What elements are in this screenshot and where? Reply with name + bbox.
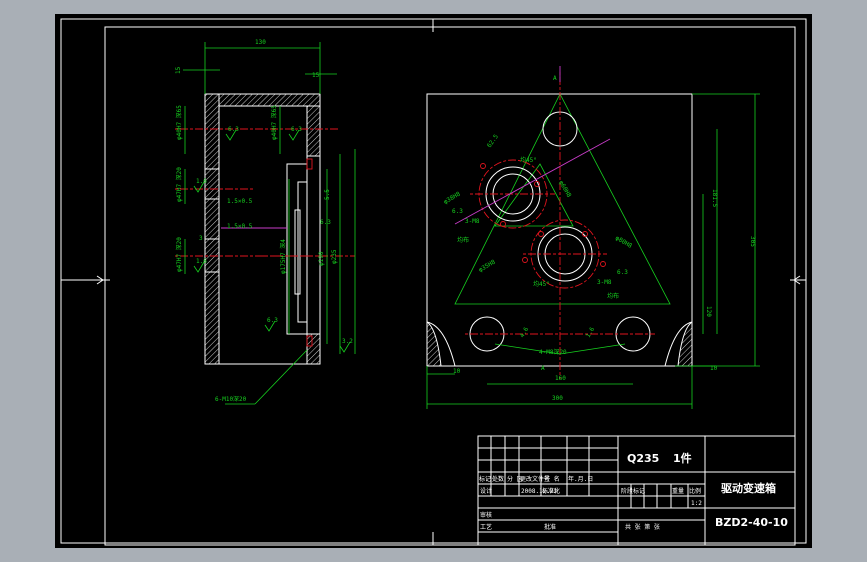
drawing-number: BZD2-40-10 xyxy=(715,516,788,529)
rough-2: 6.3 xyxy=(291,126,302,133)
right-wall-hatch-bot xyxy=(306,333,321,365)
bearing-boss xyxy=(286,163,308,335)
quantity-text: 1件 xyxy=(673,451,692,465)
dim-overall: 130 xyxy=(255,39,266,46)
even-1: 均布 xyxy=(457,236,469,244)
front-view: 300 160 10 10 305 181.5 120 A A 62.5 均45… xyxy=(426,66,760,409)
num6: 6.3 xyxy=(617,269,628,276)
orientation-arrows xyxy=(96,275,801,285)
num2: 4.6 xyxy=(519,326,531,339)
rough-5: 3 xyxy=(199,235,203,242)
dim-right-wall: 15 xyxy=(312,72,320,79)
hdr-count: 处数 xyxy=(492,475,504,483)
hdr-date: 年.月.日 xyxy=(568,475,593,483)
dim-ang1: 均45° xyxy=(520,156,537,164)
dim-bore-top: φ40H7 深65 xyxy=(175,105,183,140)
label-a-top: A xyxy=(553,75,557,82)
cad-viewport[interactable]: 130 15 15 φ40H7 深65 φ40H7 深65 φ47H7 深20 … xyxy=(0,0,867,562)
rough-1: 6.3 xyxy=(228,126,239,133)
rough-3: 1.6 xyxy=(196,178,207,185)
rough-6: 6.3 xyxy=(267,317,278,324)
dim-thread-1: 1.5×0.5 xyxy=(227,198,253,205)
sheets-label: 共 张 第 张 xyxy=(625,523,660,531)
bolt-note: 6-M10深20 xyxy=(215,395,247,403)
part-name: 驱动变速箱 xyxy=(721,481,776,495)
label-a-bot: A xyxy=(541,365,545,372)
weight-label: 重量 xyxy=(672,487,684,495)
num3: 1.6 xyxy=(585,326,597,339)
dim-shaft-a: φ175H7 深4 xyxy=(279,239,287,274)
scale-label: 比例 xyxy=(689,487,701,495)
dim-shaft-c: φ235 xyxy=(331,249,338,264)
holes-1: 3-M8 xyxy=(465,218,480,225)
standard-label: 标准化 xyxy=(542,487,560,495)
top-wall-hatch xyxy=(218,93,321,107)
even-2: 均布 xyxy=(607,292,619,300)
stage-label: 阶段标记 xyxy=(621,487,645,495)
num5: 6.3 xyxy=(452,208,463,215)
dim-tag: 4-M8深20 xyxy=(539,348,567,356)
side-section-view: 130 15 15 φ40H7 深65 φ40H7 深65 φ47H7 深20 … xyxy=(175,39,356,405)
hdr-mark: 标记 xyxy=(479,475,491,483)
center-marks xyxy=(61,19,806,545)
front-plate xyxy=(426,93,693,367)
dim-shaft-b: φ190 xyxy=(318,251,325,266)
cad-canvas: 130 15 15 φ40H7 深65 φ40H7 深65 φ47H7 深20 … xyxy=(60,18,807,546)
dim-bore-mid-2: φ47H7 深20 xyxy=(175,237,183,272)
drawing-sheet: 130 15 15 φ40H7 深65 φ40H7 深65 φ47H7 深20 … xyxy=(55,14,812,548)
dim-left-wall: 15 xyxy=(175,66,182,74)
dim-d5: φ35H8 xyxy=(478,258,497,273)
rough-7: 3.2 xyxy=(342,338,353,345)
approve-label: 批准 xyxy=(544,523,556,531)
design-label: 设计 xyxy=(480,487,492,495)
title-block: 标记 处数 分 区 更改文件号 签 名 年.月.日 设计 2008.12.22 … xyxy=(477,435,796,546)
dim-d2: φ80H8 xyxy=(614,235,633,250)
dim-bore-top-2: φ40H7 深65 xyxy=(270,105,278,140)
process-label: 工艺 xyxy=(480,523,492,531)
dim-depth: 6.3 xyxy=(320,219,331,226)
dim-thread-2: 1.5×0.5 xyxy=(227,223,253,230)
dim-num1: 62.5 xyxy=(486,133,500,149)
dim-ang2: 均45° xyxy=(533,280,550,288)
dim-slot: 5.5 xyxy=(324,189,331,200)
left-wall-hatch xyxy=(204,93,220,365)
outer-border xyxy=(60,18,807,544)
holes-2: 3-M8 xyxy=(597,279,612,286)
hdr-sign: 签 名 xyxy=(544,475,560,483)
dim-bore-mid-1: φ47H7 深20 xyxy=(175,167,183,202)
material-text: Q235 xyxy=(627,452,659,465)
dim-edge-left: 10 xyxy=(453,368,461,375)
right-wall-hatch-top xyxy=(306,105,321,157)
dim-right-2: 120 xyxy=(705,306,712,317)
dim-height: 305 xyxy=(749,236,756,247)
rough-4: 1.6 xyxy=(196,258,207,265)
dim-right-1: 181.5 xyxy=(711,189,718,207)
dim-d3: φ38H8 xyxy=(443,190,462,205)
dim-center-gap: 160 xyxy=(555,375,566,382)
review-label: 审核 xyxy=(480,511,492,519)
scale-value: 1:2 xyxy=(691,500,702,507)
dim-width: 300 xyxy=(552,395,563,402)
